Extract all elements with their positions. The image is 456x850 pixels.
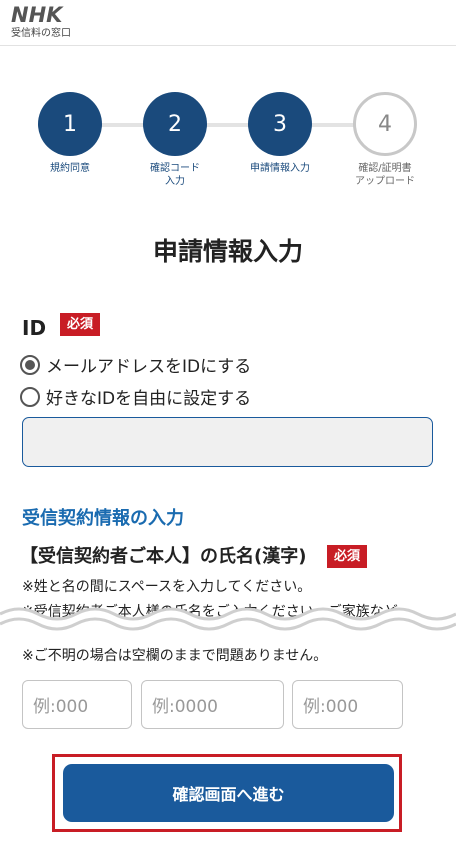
radio-email-as-id-label: メールアドレスをIDにする (46, 357, 252, 377)
radio-unselected-icon[interactable] (20, 386, 40, 407)
id-label: ID (22, 316, 47, 340)
required-badge: 必須 (327, 545, 368, 568)
header: NHK 受信料の窓口 (0, 0, 456, 46)
radio-email-as-id[interactable]: メールアドレスをIDにする (20, 352, 251, 377)
step-2-circle: 2 (143, 92, 207, 156)
required-badge: 必須 (60, 313, 101, 336)
number-input-3[interactable]: 例:000 (292, 680, 403, 729)
step-connector (100, 123, 148, 127)
number-input-1[interactable]: 例:000 (22, 680, 132, 729)
radio-custom-id[interactable]: 好きなIDを自由に設定する (20, 384, 251, 409)
step-4-label: 確認/証明書 アップロード (355, 163, 415, 187)
name-label: 【受信契約者ご本人】の氏名(漢字) (20, 546, 307, 567)
step-3-circle: 3 (248, 92, 312, 156)
logo-subtitle: 受信料の窓口 (11, 28, 71, 39)
page-title: 申請情報入力 (152, 237, 303, 266)
radio-custom-id-label: 好きなIDを自由に設定する (46, 389, 252, 409)
torn-divider (0, 607, 456, 634)
proceed-to-confirm-button[interactable]: 確認画面へ進む (63, 764, 394, 822)
note-unknown: ※ご不明の場合は空欄のままで問題ありません。 (22, 648, 328, 664)
progress-steps: 1 規約同意 2 確認コード 入力 3 申請情報入力 4 確認/証明書 アップロ… (0, 92, 456, 192)
number-input-2[interactable]: 例:0000 (141, 680, 284, 729)
step-4-circle: 4 (353, 92, 417, 156)
nhk-logo[interactable]: NHK (11, 4, 62, 26)
step-3-label: 申請情報入力 (250, 163, 310, 174)
step-1: 1 規約同意 (38, 92, 102, 174)
step-2: 2 確認コード 入力 (143, 92, 207, 187)
step-3: 3 申請情報入力 (248, 92, 312, 174)
note-space: ※姓と名の間にスペースを入力してください。 (22, 579, 312, 595)
step-connector (206, 123, 254, 127)
radio-selected-icon[interactable] (20, 354, 40, 375)
step-4: 4 確認/証明書 アップロード (353, 92, 417, 187)
id-input[interactable] (22, 417, 433, 467)
contract-section-title: 受信契約情報の入力 (22, 508, 184, 529)
step-1-circle: 1 (38, 92, 102, 156)
step-1-label: 規約同意 (50, 163, 90, 174)
step-2-label: 確認コード 入力 (150, 163, 200, 187)
